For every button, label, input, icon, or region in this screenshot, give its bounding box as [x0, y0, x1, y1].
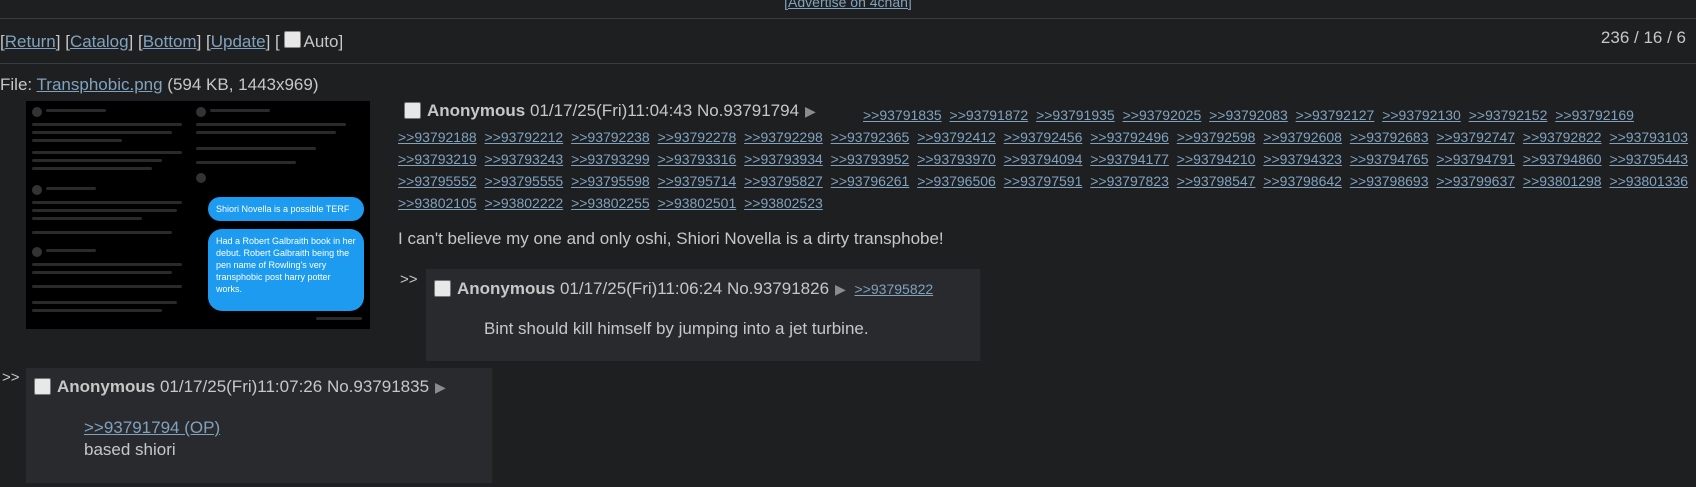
op-backlink[interactable]: >>93791872 — [950, 107, 1029, 123]
op-backlink[interactable]: >>93793934 — [744, 151, 823, 167]
reply1-backlink[interactable]: >>93795822 — [855, 281, 934, 297]
op-backlink[interactable]: >>93792188 — [398, 129, 477, 145]
op-backlink[interactable]: >>93792496 — [1090, 129, 1169, 145]
auto-label: Auto — [303, 32, 339, 51]
reply2-header: Anonymous 01/17/25(Fri)11:07:26 No.93791… — [34, 377, 450, 397]
reply1-post-number[interactable]: No.93791826 — [727, 279, 829, 298]
op-backlink[interactable]: >>93802523 — [744, 195, 823, 211]
reply2-select-checkbox[interactable] — [34, 378, 51, 395]
op-backlink[interactable]: >>93792747 — [1436, 129, 1515, 145]
op-backlink[interactable]: >>93791935 — [1036, 107, 1115, 123]
top-divider — [0, 18, 1696, 19]
op-backlink[interactable]: >>93792298 — [744, 129, 823, 145]
reply2-comment: based shiori — [84, 440, 176, 459]
op-backlink[interactable]: >>93798547 — [1177, 173, 1256, 189]
reply1-datetime: 01/17/25(Fri)11:06:24 — [559, 279, 723, 298]
reply2-datetime: 01/17/25(Fri)11:07:26 — [159, 377, 323, 396]
op-backlink[interactable]: >>93802501 — [658, 195, 737, 211]
nav-divider — [0, 63, 1696, 64]
op-backlink[interactable]: >>93802105 — [398, 195, 477, 211]
op-backlink[interactable]: >>93794791 — [1436, 151, 1515, 167]
op-thumbnail[interactable]: Shiori Novella is a possible TERF Had a … — [26, 101, 370, 329]
op-backlink[interactable]: >>93792412 — [917, 129, 996, 145]
thumb-bubble-2: Had a Robert Galbraith book in her debut… — [208, 229, 364, 311]
file-link[interactable]: Transphobic.png — [37, 75, 163, 94]
op-backlink[interactable]: >>93796506 — [917, 173, 996, 189]
bottom-link[interactable]: Bottom — [143, 32, 197, 51]
reply-side-arrows: >> — [400, 271, 418, 288]
op-backlink[interactable]: >>93795555 — [485, 173, 564, 189]
op-backlink[interactable]: >>93792598 — [1177, 129, 1256, 145]
update-link[interactable]: Update — [211, 32, 266, 51]
op-backlink[interactable]: >>93792127 — [1296, 107, 1375, 123]
op-backlink[interactable]: >>93793243 — [485, 151, 564, 167]
op-backlink[interactable]: >>93797823 — [1090, 173, 1169, 189]
advertise-link[interactable]: [Advertise on 4chan] — [0, 0, 1696, 10]
op-backlink[interactable]: >>93794094 — [1004, 151, 1083, 167]
op-backlink[interactable]: >>93793299 — [571, 151, 650, 167]
reply1-select-checkbox[interactable] — [434, 280, 451, 297]
op-backlink[interactable]: >>93792608 — [1263, 129, 1342, 145]
op-backlink[interactable]: >>93794177 — [1090, 151, 1169, 167]
reply1-header: Anonymous 01/17/25(Fri)11:06:24 No.93791… — [434, 279, 933, 299]
op-backlink[interactable]: >>93794860 — [1523, 151, 1602, 167]
op-backlink[interactable]: >>93792130 — [1382, 107, 1461, 123]
reply2-post-number[interactable]: No.93791835 — [327, 377, 429, 396]
catalog-link[interactable]: Catalog — [70, 32, 129, 51]
op-backlink[interactable]: >>93792365 — [831, 129, 910, 145]
op-backlink[interactable]: >>93802255 — [571, 195, 650, 211]
op-backlink[interactable]: >>93792025 — [1123, 107, 1202, 123]
reply1-comment: Bint should kill himself by jumping into… — [484, 319, 869, 338]
op-backlink[interactable]: >>93792169 — [1555, 107, 1634, 123]
op-backlink[interactable]: >>93796261 — [831, 173, 910, 189]
op-backlink[interactable]: >>93795443 — [1609, 151, 1688, 167]
op-backlink[interactable]: >>93793219 — [398, 151, 477, 167]
play-arrow-icon[interactable]: ▶ — [835, 281, 846, 297]
op-backlink[interactable]: >>93792152 — [1469, 107, 1548, 123]
op-backlink[interactable]: >>93798642 — [1263, 173, 1342, 189]
op-backlink[interactable]: >>93792083 — [1209, 107, 1288, 123]
op-backlink[interactable]: >>93793316 — [658, 151, 737, 167]
thread-stats: 236 / 16 / 6 — [1600, 28, 1686, 47]
op-backlink[interactable]: >>93792456 — [1004, 129, 1083, 145]
reply2-quote[interactable]: >>93791794 (OP) — [84, 418, 220, 438]
op-backlink[interactable]: >>93792822 — [1523, 129, 1602, 145]
op-backlink[interactable]: >>93798693 — [1350, 173, 1429, 189]
op-backlink[interactable]: >>93801336 — [1609, 173, 1688, 189]
thumb-bubble-1: Shiori Novella is a possible TERF — [208, 197, 364, 221]
op-backlink[interactable]: >>93792238 — [571, 129, 650, 145]
op-backlink[interactable]: >>93799637 — [1436, 173, 1515, 189]
op-backlink[interactable]: >>93794323 — [1263, 151, 1342, 167]
op-backlink[interactable]: >>93795552 — [398, 173, 477, 189]
reply2-poster-name: Anonymous — [57, 377, 156, 396]
op-backlink[interactable]: >>93795714 — [658, 173, 737, 189]
reply1-poster-name: Anonymous — [457, 279, 556, 298]
file-info: File: Transphobic.png (594 KB, 1443x969) — [0, 75, 319, 94]
op-backlink[interactable]: >>93792212 — [485, 129, 564, 145]
op-backlink[interactable]: >>93802222 — [485, 195, 564, 211]
file-meta: (594 KB, 1443x969) — [162, 75, 319, 94]
op-backlink[interactable]: >>93797591 — [1004, 173, 1083, 189]
op-backlink[interactable]: >>93795598 — [571, 173, 650, 189]
op-backlinks: >>93791835 >>93791872 >>93791935 >>93792… — [398, 104, 1696, 214]
op-backlink[interactable]: >>93794765 — [1350, 151, 1429, 167]
op-backlink[interactable]: >>93792278 — [658, 129, 737, 145]
op-backlink[interactable]: >>93793103 — [1609, 129, 1688, 145]
op-comment: I can't believe my one and only oshi, Sh… — [398, 229, 944, 248]
op-backlink[interactable]: >>93795827 — [744, 173, 823, 189]
return-link[interactable]: Return — [5, 32, 56, 51]
op-backlink[interactable]: >>93801298 — [1523, 173, 1602, 189]
auto-update-checkbox[interactable] — [284, 31, 302, 48]
op-backlink[interactable]: >>93794210 — [1177, 151, 1256, 167]
thread-nav: [Return] [Catalog] [Bottom] [Update] [ A… — [0, 31, 344, 51]
op-backlink[interactable]: >>93793952 — [831, 151, 910, 167]
op-backlink[interactable]: >>93792683 — [1350, 129, 1429, 145]
op-backlink[interactable]: >>93793970 — [917, 151, 996, 167]
op-backlink[interactable]: >>93791835 — [863, 107, 942, 123]
reply-side-arrows: >> — [2, 369, 20, 386]
play-arrow-icon[interactable]: ▶ — [435, 379, 446, 395]
